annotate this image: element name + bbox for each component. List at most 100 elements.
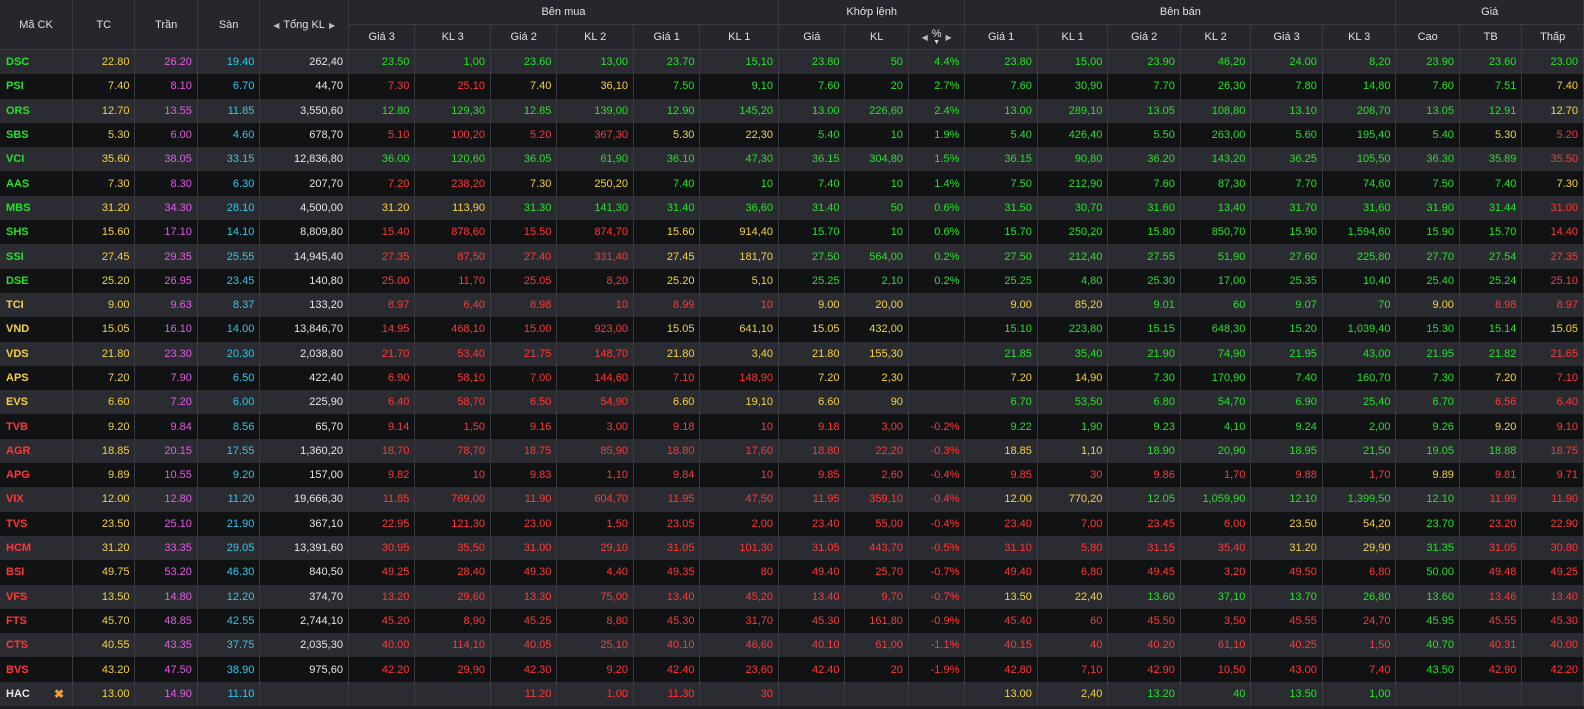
header-buy-1[interactable]: KL 3: [414, 24, 491, 50]
table-row[interactable]: SSI 27.45 29.35 25.55 14,945,40 27.35 87,50 27.…: [0, 244, 1584, 269]
symbol-cell[interactable]: BVS: [0, 657, 74, 682]
header-price-1[interactable]: TB: [1459, 24, 1523, 50]
header-sell-2[interactable]: Giá 2: [1107, 24, 1181, 50]
high-cell: 7.50: [1395, 171, 1460, 196]
table-row[interactable]: HAC ✖ 13.00 14.90 11.10 11.20 1,00 11.30 30 13.00…: [0, 681, 1584, 707]
header-ceil[interactable]: Trần: [134, 0, 198, 50]
table-row[interactable]: EVS 6.60 7.20 6.00 225,90 6.40 58,70 6.50 54,90 6…: [0, 390, 1584, 415]
symbol-cell[interactable]: FTS: [0, 608, 74, 634]
table-row[interactable]: HCM 31.20 33.35 29.05 13,391,60 30.95 35,50 31.…: [0, 535, 1584, 561]
header-match-2[interactable]: ◀% ▼ ▶: [908, 24, 966, 50]
ask-price-cell: 23.90: [1107, 49, 1181, 75]
symbol-cell[interactable]: HCM: [0, 535, 74, 561]
symbol-cell[interactable]: EVS: [0, 390, 74, 415]
table-row[interactable]: TVB 9.20 9.84 8.56 65,70 9.14 1,50 9.16 3,00 9.18…: [0, 414, 1584, 439]
bid-vol-cell: 10: [556, 292, 634, 318]
bid-price-cell: 15.00: [490, 317, 558, 342]
symbol-cell[interactable]: TVB: [0, 414, 74, 439]
table-row[interactable]: FTS 45.70 48.85 42.55 2,744,10 45.20 8,90 45.25…: [0, 608, 1584, 634]
table-row[interactable]: VIX 12.00 12.80 11.20 19,666,30 11.85 769,00 11…: [0, 487, 1584, 512]
header-sell-4[interactable]: Giá 3: [1250, 24, 1323, 50]
symbol-cell[interactable]: TVS: [0, 511, 74, 536]
header-match-1[interactable]: KL: [844, 24, 909, 50]
header-floor[interactable]: Sàn: [197, 0, 261, 50]
symbol-cell[interactable]: APS: [0, 365, 74, 391]
symbol-cell[interactable]: SHS: [0, 220, 74, 245]
symbol-cell[interactable]: AAS: [0, 171, 74, 196]
pct-left-icon[interactable]: ◀: [918, 33, 932, 42]
table-row[interactable]: TCI 9.00 9.63 8.37 133,20 8.97 6,40 8.98 10 8.99 1…: [0, 292, 1584, 318]
table-row[interactable]: ORS 12.70 13.55 11.85 3,550,60 12.80 129,30 12.…: [0, 98, 1584, 123]
header-sell-3[interactable]: KL 2: [1180, 24, 1252, 50]
symbol-cell[interactable]: AGR: [0, 438, 74, 464]
header-sell-0[interactable]: Giá 1: [964, 24, 1038, 50]
header-buy-0[interactable]: Giá 3: [348, 24, 416, 50]
table-row[interactable]: DSC 22.80 26.20 19.40 262,40 23.50 1,00 23.60 13…: [0, 49, 1584, 75]
table-row[interactable]: SBS 5.30 6.00 4.60 678,70 5.10 100,20 5.20 367,3…: [0, 122, 1584, 148]
symbol-cell[interactable]: VND: [0, 317, 74, 342]
symbol-cell[interactable]: MBS: [0, 195, 74, 221]
table-row[interactable]: VND 15.05 16.10 14.00 13,846,70 14.95 468,10 15…: [0, 317, 1584, 342]
header-sell-5[interactable]: KL 3: [1322, 24, 1397, 50]
close-icon[interactable]: ✖: [54, 687, 64, 701]
symbol-cell[interactable]: HAC ✖: [0, 681, 74, 707]
header-buy-5[interactable]: KL 1: [699, 24, 780, 50]
bid-price-cell: 27.40: [490, 244, 558, 269]
symbol-cell[interactable]: SSI: [0, 244, 74, 269]
ask-vol-cell: 3,50: [1180, 608, 1252, 634]
table-row[interactable]: TVS 23.50 25.10 21.90 367,10 22.95 121,30 23.00…: [0, 511, 1584, 536]
table-row[interactable]: SHS 15.60 17.10 14.10 8,809,80 15.40 878,60 15.…: [0, 220, 1584, 245]
scroll-left-icon[interactable]: ◀: [269, 21, 283, 30]
header-price-0[interactable]: Cao: [1395, 24, 1460, 50]
bid-vol-cell: 1,00: [414, 49, 491, 75]
header-buy-3[interactable]: KL 2: [556, 24, 634, 50]
header-buy-4[interactable]: Giá 1: [633, 24, 701, 50]
avg-cell: 13.46: [1459, 584, 1523, 609]
table-row[interactable]: AAS 7.30 8.30 6.30 207,70 7.20 238,20 7.30 250,2…: [0, 171, 1584, 196]
symbol-cell[interactable]: DSC: [0, 49, 74, 75]
header-ref[interactable]: TC: [72, 0, 136, 50]
bid-vol-cell: 5,10: [699, 268, 780, 293]
table-row[interactable]: CTS 40.55 43.35 37.75 2,035,30 40.00 114,10 40.…: [0, 633, 1584, 658]
table-row[interactable]: DSE 25.20 26.95 23.45 140,80 25.00 11,70 25.05 8…: [0, 268, 1584, 293]
header-total-vol[interactable]: ◀ Tổng KL ▶: [259, 0, 349, 50]
table-row[interactable]: AGR 18.85 20.15 17.55 1,360,20 18.70 78,70 18.7…: [0, 438, 1584, 464]
table-row[interactable]: BSI 49.75 53.20 46.30 840,50 49.25 28,40 49.30 4…: [0, 560, 1584, 585]
avg-cell: 40.31: [1459, 633, 1523, 658]
symbol-cell[interactable]: DSE: [0, 268, 74, 293]
table-row[interactable]: BVS 43.20 47.50 38.90 975,60 42.20 29,90 42.30 9…: [0, 657, 1584, 682]
symbol-cell[interactable]: VIX: [0, 487, 74, 512]
symbol-cell[interactable]: CTS: [0, 633, 74, 658]
avg-cell: 9.20: [1459, 414, 1523, 439]
symbol-cell[interactable]: ORS: [0, 98, 74, 123]
symbol-cell[interactable]: TCI: [0, 292, 74, 318]
header-buy-2[interactable]: Giá 2: [490, 24, 558, 50]
match-vol-cell: 564,00: [844, 244, 909, 269]
header-symbol[interactable]: Mã CK: [0, 0, 74, 50]
symbol-cell[interactable]: SBS: [0, 122, 74, 148]
match-vol-cell: 10: [844, 220, 909, 245]
header-price-2[interactable]: Thấp: [1521, 24, 1584, 50]
bid-vol-cell: 101,30: [699, 535, 780, 561]
symbol-cell[interactable]: BSI: [0, 560, 74, 585]
symbol-cell[interactable]: VCI: [0, 147, 74, 172]
table-row[interactable]: PSI 7.40 8.10 6.70 44,70 7.30 25,10 7.40 36,10 7.…: [0, 74, 1584, 99]
table-row[interactable]: APS 7.20 7.90 6.50 422,40 6.90 58,10 7.00 144,60…: [0, 365, 1584, 391]
header-sell-1[interactable]: KL 1: [1037, 24, 1109, 50]
symbol-cell[interactable]: VFS: [0, 584, 74, 609]
table-row[interactable]: APG 9.89 10.55 9.20 157,00 9.82 10 9.83 1,10 9.84…: [0, 463, 1584, 488]
table-row[interactable]: VFS 13.50 14.80 12.20 374,70 13.20 29,60 13.30 7…: [0, 584, 1584, 609]
sort-desc-icon[interactable]: ▼: [932, 39, 942, 46]
scroll-right-icon[interactable]: ▶: [325, 21, 339, 30]
symbol-cell[interactable]: PSI: [0, 74, 74, 99]
ask-vol-cell: 14,90: [1037, 365, 1109, 391]
table-row[interactable]: MBS 31.20 34.30 28.10 4,500,00 31.20 113,90 31.…: [0, 195, 1584, 221]
symbol-cell[interactable]: VDS: [0, 341, 74, 366]
symbol-cell[interactable]: APG: [0, 463, 74, 488]
pct-right-icon[interactable]: ▶: [942, 33, 956, 42]
table-row[interactable]: VDS 21.80 23.30 20.30 2,038,80 21.70 53,40 21.7…: [0, 341, 1584, 366]
ask-price-cell: 7.40: [1250, 365, 1323, 391]
table-row[interactable]: VCI 35.60 38.05 33.15 12,836,80 36.00 120,60 36…: [0, 147, 1584, 172]
header-match-0[interactable]: Giá: [778, 24, 846, 50]
ref-cell: 15.05: [72, 317, 136, 342]
